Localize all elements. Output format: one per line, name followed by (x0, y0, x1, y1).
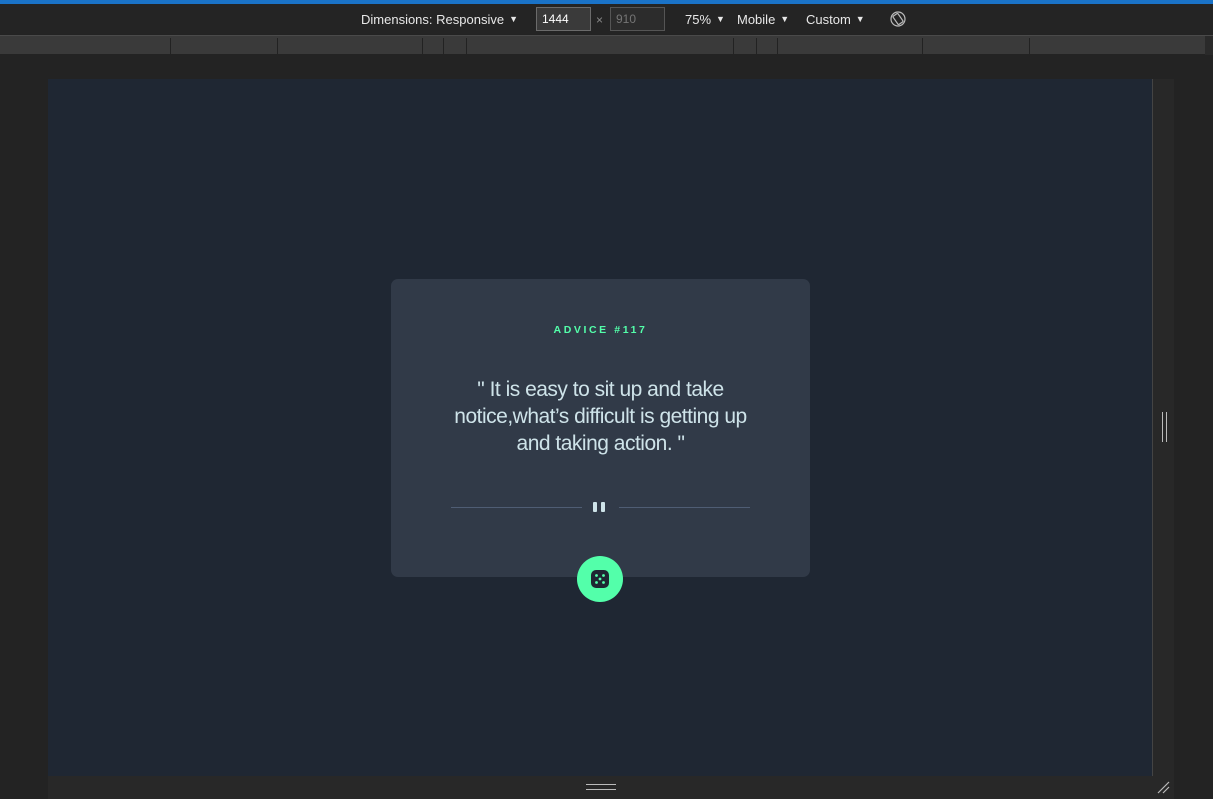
throttling-dropdown[interactable]: Custom ▼ (806, 12, 865, 27)
ruler-tick (1029, 38, 1030, 54)
dice-icon (591, 570, 609, 588)
advice-id: ADVICE #117 (553, 324, 648, 336)
dimensions-label: Dimensions: Responsive (361, 12, 505, 27)
width-input[interactable] (536, 7, 591, 31)
zoom-label: 75% (685, 12, 712, 27)
height-input[interactable] (610, 7, 665, 31)
chevron-down-icon: ▼ (855, 13, 865, 24)
ruler-tick (422, 38, 423, 54)
media-query-ruler[interactable] (0, 35, 1213, 55)
resize-handle-bottom[interactable] (48, 776, 1174, 799)
device-mode-label: Mobile (737, 12, 776, 27)
grip-icon (1162, 412, 1167, 442)
throttling-label: Custom (806, 12, 851, 27)
chevron-down-icon: ▼ (716, 13, 725, 24)
ruler-tick (466, 38, 467, 54)
divider-line-left (451, 507, 582, 508)
divider-line-right (619, 507, 750, 508)
device-viewport: ADVICE #117 " It is easy to sit up and t… (48, 79, 1152, 776)
zoom-dropdown[interactable]: 75% ▼ (685, 12, 725, 27)
ruler-tick (922, 38, 923, 54)
pattern-divider (451, 500, 750, 514)
dimensions-dropdown[interactable]: Dimensions: Responsive ▼ (361, 12, 518, 27)
ruler-tick (733, 38, 734, 54)
pause-icon (593, 502, 607, 512)
ruler-tick (277, 38, 278, 54)
grip-icon (586, 784, 616, 790)
resize-handle-right[interactable] (1152, 79, 1174, 776)
ruler-tick (756, 38, 757, 54)
devtools-device-toolbar: Dimensions: Responsive ▼ × 75% ▼ Mobile … (0, 4, 1213, 34)
rotate-icon[interactable] (890, 11, 906, 27)
chevron-down-icon: ▼ (509, 13, 518, 24)
advice-card: ADVICE #117 " It is easy to sit up and t… (391, 279, 810, 577)
ruler-tick (443, 38, 444, 54)
ruler-tick (777, 38, 778, 54)
ruler-end (1205, 36, 1213, 55)
dimension-separator: × (596, 13, 604, 27)
generate-advice-button[interactable] (577, 556, 623, 602)
ruler-tick (170, 38, 171, 54)
device-mode-dropdown[interactable]: Mobile ▼ (737, 12, 789, 27)
advice-quote: " It is easy to sit up and take notice,w… (454, 378, 747, 455)
resize-corner-icon[interactable] (1156, 780, 1170, 794)
chevron-down-icon: ▼ (780, 13, 790, 24)
